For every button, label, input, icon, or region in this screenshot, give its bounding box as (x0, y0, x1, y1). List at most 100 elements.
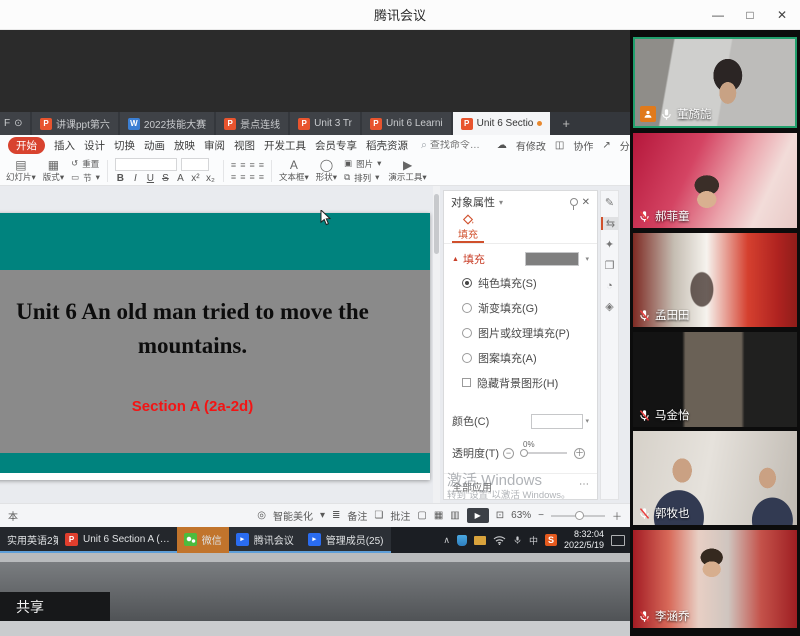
zoom-out-button[interactable]: − (538, 510, 544, 521)
participant-tile[interactable]: 马金怡 (633, 332, 797, 427)
collaborate-button[interactable]: 协作 (573, 138, 593, 153)
more-options-button[interactable]: ⋯ (579, 479, 589, 494)
view-sorter-button[interactable]: ▦ (434, 510, 443, 521)
menu-slideshow[interactable]: 放映 (174, 138, 195, 153)
layout-button[interactable]: ▦ 版式▾ (43, 159, 64, 182)
edit-area-scrollbar[interactable] (433, 186, 440, 503)
sogou-input-icon[interactable]: S (545, 534, 557, 546)
menu-insert[interactable]: 插入 (54, 138, 75, 153)
bold-button[interactable]: B (115, 173, 126, 184)
new-slide-button[interactable]: ▤ 幻灯片▾ (6, 159, 36, 182)
checkbox-icon[interactable] (462, 378, 471, 387)
reset-button[interactable]: ↺ 重置 (71, 158, 100, 170)
antivirus-shield-icon[interactable] (457, 535, 467, 546)
italic-button[interactable]: I (130, 173, 141, 184)
pin-icon[interactable] (570, 198, 578, 206)
font-color-button[interactable]: A (175, 173, 186, 184)
slide-canvas[interactable]: Unit 6 An old man tried to move the moun… (0, 213, 430, 480)
command-search[interactable]: ⌕ (421, 139, 488, 152)
transparency-slider[interactable]: 0% (521, 452, 567, 454)
hide-background-checkbox[interactable]: 隐藏背景图形(H) (444, 370, 597, 395)
slideshow-play-button[interactable]: ▶ (467, 508, 489, 523)
radio-icon[interactable] (462, 328, 472, 338)
menu-member[interactable]: 会员专享 (315, 138, 357, 153)
taskbar-item-members[interactable]: ▸ 管理成员(25) (301, 527, 391, 553)
decrease-button[interactable]: − (503, 448, 514, 459)
taskbar-item-english-doc[interactable]: 实用英语2第五… (0, 527, 58, 553)
textbox-button[interactable]: A 文本框▾ (279, 159, 309, 182)
radio-icon[interactable] (462, 303, 472, 313)
document-tab[interactable]: W 2022技能大赛 (120, 112, 214, 135)
font-name-box[interactable] (115, 158, 177, 171)
menu-view[interactable]: 视图 (234, 138, 255, 153)
resource-pane-icon[interactable]: ◈ (601, 300, 618, 313)
arrange-button[interactable]: ⧉ 排列▾ (344, 172, 381, 184)
panel-close-button[interactable]: ✕ (582, 197, 590, 208)
strikethrough-button[interactable]: S (160, 173, 171, 184)
document-tab[interactable]: P 讲课ppt第六 (32, 112, 118, 135)
wifi-icon[interactable] (493, 535, 506, 545)
help-pane-icon[interactable]: ◔ (601, 280, 618, 292)
zoom-slider-knob[interactable] (575, 511, 584, 520)
radio-selected-icon[interactable] (462, 278, 472, 288)
participant-tile[interactable]: 孟田田 (633, 233, 797, 327)
align-left-icon[interactable]: ≡ (231, 160, 236, 170)
participant-tile[interactable]: 董旖旎 (633, 37, 797, 128)
comments-button[interactable]: 批注 (390, 508, 410, 523)
fit-slide-icon[interactable]: ⊡ (496, 510, 504, 521)
new-tab-button[interactable]: + (552, 112, 580, 135)
document-tab-partial[interactable]: F ⊙ (0, 112, 30, 135)
modified-status[interactable]: 有修改 (516, 138, 546, 153)
menu-transition[interactable]: 切换 (114, 138, 135, 153)
indent-icon[interactable]: ≡ (231, 172, 236, 182)
menu-home[interactable]: 开始 (8, 137, 45, 154)
radio-icon[interactable] (462, 353, 472, 363)
scrollbar-thumb[interactable] (434, 194, 439, 254)
view-normal-button[interactable]: ▢ (417, 510, 426, 521)
color-swatch[interactable] (531, 414, 583, 429)
fill-option-pattern[interactable]: 图案填充(A) (444, 345, 597, 370)
shapes-button[interactable]: ◯ 形状▾ (316, 159, 337, 182)
picture-button[interactable]: ▣ 图片▾ (344, 158, 381, 170)
edit-pane-icon[interactable]: ✎ (601, 196, 618, 209)
zoom-slider[interactable] (551, 515, 605, 517)
fill-option-picture[interactable]: 图片或纹理填充(P) (444, 320, 597, 345)
menu-review[interactable]: 审阅 (204, 138, 225, 153)
action-center-icon[interactable] (611, 535, 625, 546)
taskbar-item-wps[interactable]: P Unit 6 Section A (… (58, 527, 177, 553)
taskbar-item-meeting[interactable]: ▸ 腾讯会议 (229, 527, 301, 553)
maximize-button[interactable]: □ (734, 0, 766, 30)
fill-color-swatch[interactable] (525, 252, 579, 266)
document-tab[interactable]: P Unit 3 Tr (290, 112, 360, 135)
smart-beautify-button[interactable]: 智能美化 (273, 508, 313, 523)
present-tools-button[interactable]: ▶ 演示工具▾ (388, 159, 426, 182)
layout-pane-icon[interactable]: ❐ (601, 259, 618, 272)
view-reading-button[interactable]: ▥ (450, 510, 459, 521)
participant-tile[interactable]: 郝菲童 (633, 133, 797, 228)
document-tab-active[interactable]: P Unit 6 Sectio (453, 112, 551, 135)
participant-tile[interactable]: 郭牧也 (633, 431, 797, 525)
document-tab[interactable]: P Unit 6 Learni (362, 112, 451, 135)
ime-indicator[interactable]: 中 (529, 534, 538, 547)
underline-button[interactable]: U (145, 173, 156, 184)
participant-tile[interactable]: 李涵乔 (633, 530, 797, 628)
tray-expand-icon[interactable]: ∧ (443, 535, 450, 546)
superscript-button[interactable]: x² (190, 173, 201, 184)
section-button[interactable]: ▭ 节▾ (71, 172, 100, 184)
fill-option-gradient[interactable]: 渐变填充(G) (444, 295, 597, 320)
close-button[interactable]: ✕ (766, 0, 798, 30)
menu-animation[interactable]: 动画 (144, 138, 165, 153)
subscript-button[interactable]: x₂ (205, 173, 216, 184)
taskbar-item-wechat[interactable]: 微信 (177, 527, 229, 553)
font-size-box[interactable] (181, 158, 209, 171)
document-tab[interactable]: P 景点连线 (216, 112, 288, 135)
align-right-icon[interactable]: ≡ (249, 160, 254, 170)
increase-button[interactable]: ＋ (574, 448, 585, 459)
fill-tab[interactable]: 填充 (452, 213, 484, 243)
fill-option-solid[interactable]: 纯色填充(S) (444, 270, 597, 295)
folder-icon[interactable] (474, 536, 486, 545)
zoom-in-button[interactable]: ＋ (612, 508, 622, 523)
notes-button[interactable]: 备注 (347, 508, 367, 523)
line-spacing-icon[interactable]: ≡ (240, 172, 245, 182)
properties-pane-icon[interactable]: ⇆ (601, 217, 618, 230)
